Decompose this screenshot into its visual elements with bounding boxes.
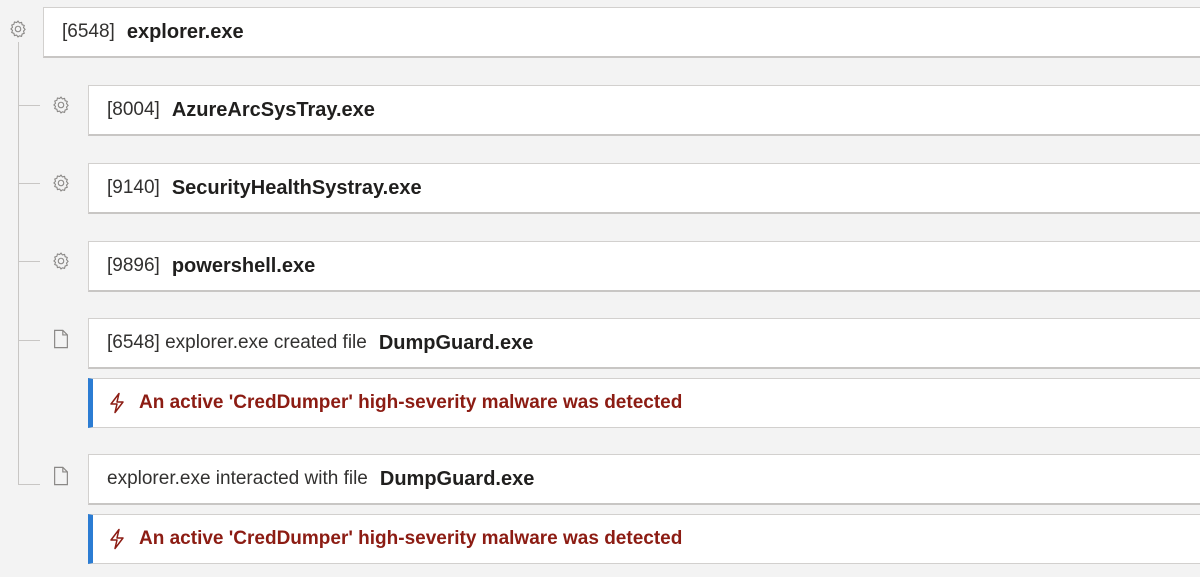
process-node-child[interactable]: [8004] AzureArcSysTray.exe — [88, 85, 1200, 136]
tree-line-branch — [18, 105, 40, 106]
gear-icon — [50, 250, 72, 272]
process-pid: [8004] — [107, 99, 160, 120]
gear-icon — [7, 18, 29, 40]
tree-line-branch — [18, 183, 40, 184]
event-file-name: DumpGuard.exe — [379, 467, 535, 490]
tree-line-vertical — [18, 42, 19, 484]
alert-text: An active 'CredDumper' high-severity mal… — [139, 392, 683, 413]
malware-alert[interactable]: An active 'CredDumper' high-severity mal… — [88, 378, 1200, 428]
tree-line-branch — [18, 340, 40, 341]
process-pid: [9140] — [107, 177, 160, 198]
process-name: powershell.exe — [171, 254, 316, 277]
lightning-icon — [107, 392, 127, 414]
process-node-child[interactable]: [9140] SecurityHealthSystray.exe — [88, 163, 1200, 214]
tree-line-branch — [18, 484, 40, 485]
gear-icon — [50, 94, 72, 116]
process-pid: [6548] — [62, 21, 115, 42]
malware-alert[interactable]: An active 'CredDumper' high-severity mal… — [88, 514, 1200, 564]
gear-icon — [50, 172, 72, 194]
file-event-card[interactable]: [6548] explorer.exe created file DumpGua… — [88, 318, 1200, 369]
process-node-root[interactable]: [6548] explorer.exe — [43, 7, 1200, 58]
process-name: explorer.exe — [126, 20, 244, 43]
event-description: [6548] explorer.exe created file — [107, 332, 367, 353]
lightning-icon — [107, 528, 127, 550]
file-icon — [50, 328, 72, 350]
event-file-name: DumpGuard.exe — [378, 331, 534, 354]
process-name: SecurityHealthSystray.exe — [171, 176, 422, 199]
process-node-child[interactable]: [9896] powershell.exe — [88, 241, 1200, 292]
process-pid: [9896] — [107, 255, 160, 276]
alert-text: An active 'CredDumper' high-severity mal… — [139, 528, 683, 549]
tree-line-branch — [18, 261, 40, 262]
file-icon — [50, 465, 72, 487]
process-name: AzureArcSysTray.exe — [171, 98, 375, 121]
file-event-card[interactable]: explorer.exe interacted with file DumpGu… — [88, 454, 1200, 505]
event-description: explorer.exe interacted with file — [107, 468, 368, 489]
